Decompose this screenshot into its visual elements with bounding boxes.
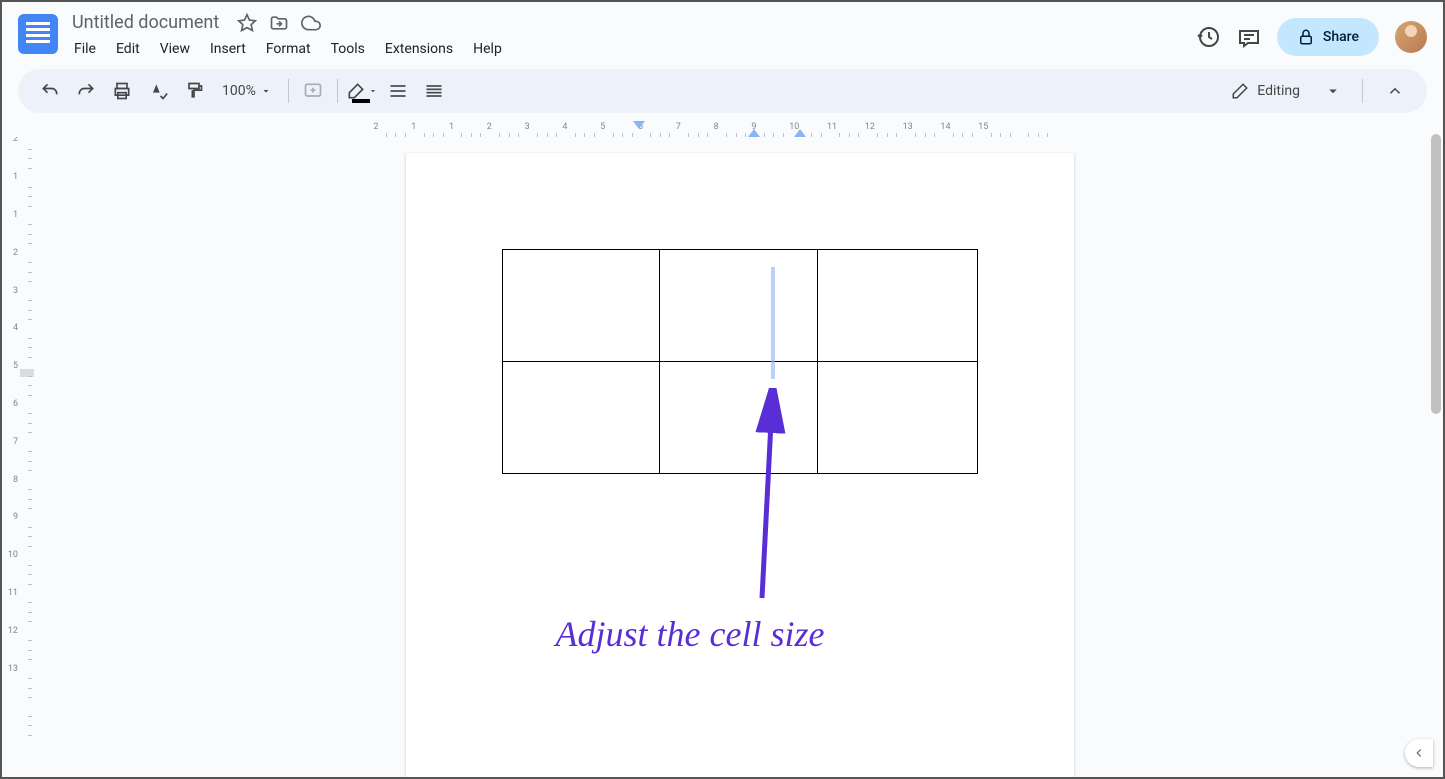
document-canvas[interactable]: Adjust the cell size [36, 137, 1443, 777]
highlight-color-button[interactable] [346, 75, 378, 107]
table-cell[interactable] [660, 362, 818, 474]
history-icon[interactable] [1197, 25, 1221, 49]
paint-format-button[interactable] [178, 75, 210, 107]
menu-file[interactable]: File [66, 37, 104, 61]
header-actions: Share [1197, 10, 1427, 56]
vertical-scrollbar[interactable] [1429, 134, 1443, 777]
lock-icon [1297, 28, 1315, 46]
table-row[interactable] [502, 250, 977, 362]
spellcheck-button[interactable] [142, 75, 174, 107]
menu-tools[interactable]: Tools [323, 37, 373, 61]
editor-area: 2112345678910111213 [2, 137, 1443, 777]
table-cell[interactable] [817, 250, 977, 362]
separator [337, 79, 338, 103]
menu-edit[interactable]: Edit [108, 37, 148, 61]
table-cell[interactable] [502, 250, 660, 362]
page[interactable]: Adjust the cell size [406, 153, 1074, 777]
color-swatch [352, 99, 370, 103]
menu-view[interactable]: View [152, 37, 198, 61]
title-row: Untitled document [66, 10, 1197, 35]
app-header: Untitled document File Edit View Insert … [2, 2, 1443, 61]
share-label: Share [1323, 29, 1359, 45]
share-button[interactable]: Share [1277, 18, 1379, 56]
add-comment-button[interactable] [297, 75, 329, 107]
app-window: Untitled document File Edit View Insert … [0, 0, 1445, 779]
title-menu-area: Untitled document File Edit View Insert … [66, 10, 1197, 61]
chevron-down-icon [260, 85, 272, 97]
table-cell[interactable] [817, 362, 977, 474]
annotation-text: Adjust the cell size [556, 613, 825, 655]
border-button-2[interactable] [418, 75, 450, 107]
mode-label: Editing [1257, 83, 1300, 99]
menu-help[interactable]: Help [465, 37, 510, 61]
pencil-icon [1231, 82, 1249, 100]
vertical-ruler[interactable]: 2112345678910111213 [2, 137, 36, 777]
table-cell[interactable] [502, 362, 660, 474]
print-button[interactable] [106, 75, 138, 107]
zoom-selector[interactable]: 100% [214, 79, 280, 103]
explore-button[interactable] [1405, 739, 1433, 767]
table-row[interactable] [502, 362, 977, 474]
docs-logo-icon[interactable] [18, 14, 58, 54]
document-table[interactable] [502, 249, 978, 474]
separator [288, 79, 289, 103]
comments-icon[interactable] [1237, 25, 1261, 49]
horizontal-ruler[interactable]: 21123456789101112131415 [36, 121, 1443, 137]
table-cell[interactable] [660, 250, 818, 362]
scrollbar-thumb[interactable] [1431, 134, 1441, 414]
menu-bar: File Edit View Insert Format Tools Exten… [66, 37, 1197, 61]
undo-button[interactable] [34, 75, 66, 107]
chevron-down-icon [368, 86, 378, 96]
toolbar: 100% Editing [18, 69, 1427, 113]
column-resize-handle[interactable] [771, 267, 775, 379]
cloud-status-icon[interactable] [301, 13, 321, 33]
menu-format[interactable]: Format [258, 37, 319, 61]
menu-insert[interactable]: Insert [202, 37, 254, 61]
editing-mode-button[interactable]: Editing [1219, 76, 1354, 106]
user-avatar[interactable] [1395, 21, 1427, 53]
star-icon[interactable] [237, 13, 257, 33]
move-icon[interactable] [269, 13, 289, 33]
redo-button[interactable] [70, 75, 102, 107]
collapse-toolbar-button[interactable] [1379, 75, 1411, 107]
document-title[interactable]: Untitled document [66, 10, 225, 35]
border-button-1[interactable] [382, 75, 414, 107]
menu-extensions[interactable]: Extensions [377, 37, 461, 61]
separator [1362, 79, 1363, 103]
zoom-value: 100% [222, 83, 256, 99]
chevron-down-icon [1324, 82, 1342, 100]
